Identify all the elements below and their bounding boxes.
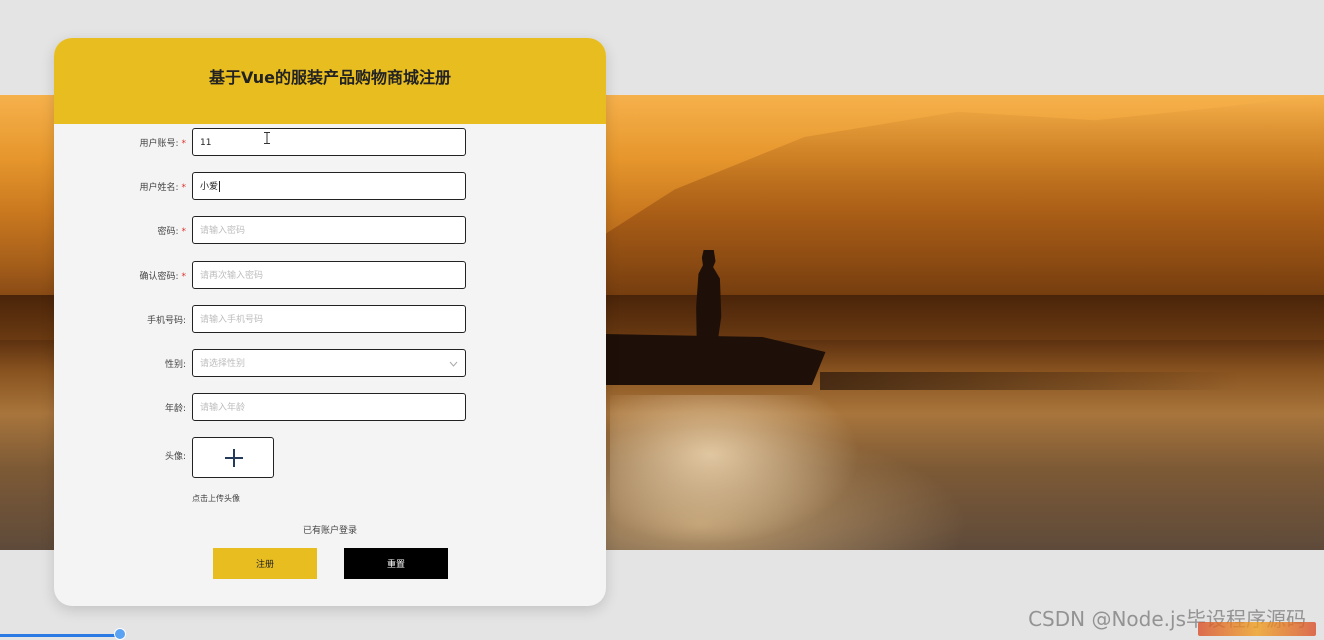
reset-button[interactable]: 重置	[344, 548, 448, 579]
text-caret	[219, 181, 221, 192]
page-title: 基于Vue的服装产品购物商城注册	[208, 68, 452, 87]
required-mark: *	[181, 139, 187, 149]
field-row-age: 年龄: 请输入年龄	[54, 393, 606, 425]
field-label-account: 用户账号:	[139, 139, 179, 149]
field-label-phone: 手机号码:	[146, 316, 186, 326]
register-button[interactable]: 注册	[213, 548, 317, 579]
required-mark: *	[181, 183, 187, 193]
avatar-upload-hint: 点击上传头像	[192, 494, 240, 503]
tray-icons	[1198, 622, 1316, 636]
phone-input[interactable]: 请输入手机号码	[192, 305, 466, 333]
field-row-phone: 手机号码: 请输入手机号码	[54, 305, 606, 337]
field-row-gender: 性别: 请选择性别	[54, 349, 606, 381]
field-label-name: 用户姓名:	[139, 183, 179, 193]
field-row-confirm-password: 确认密码: * 请再次输入密码	[54, 261, 606, 293]
field-label-password: 密码:	[157, 227, 179, 237]
field-label-age: 年龄:	[164, 404, 186, 414]
chevron-down-icon	[449, 350, 458, 376]
field-label-gender: 性别:	[164, 360, 186, 370]
login-link[interactable]: 已有账户登录	[303, 526, 357, 536]
text-cursor-icon	[264, 132, 270, 144]
card-header: 基于Vue的服装产品购物商城注册	[54, 38, 606, 124]
name-input[interactable]: 小爱	[192, 172, 466, 200]
register-card: 基于Vue的服装产品购物商城注册 用户账号: * 11 用户姓名: * 小爱 密码:…	[54, 38, 606, 606]
required-mark: *	[181, 227, 187, 237]
confirm-password-input[interactable]: 请再次输入密码	[192, 261, 466, 289]
account-input[interactable]: 11	[192, 128, 466, 156]
background-glare	[610, 395, 860, 545]
avatar-upload-button[interactable]	[192, 437, 274, 478]
gender-select[interactable]: 请选择性别	[192, 349, 466, 377]
field-row-avatar: 头像:	[54, 441, 606, 473]
field-row-password: 密码: * 请输入密码	[54, 216, 606, 248]
password-input[interactable]: 请输入密码	[192, 216, 466, 244]
video-progress-bar[interactable]	[0, 634, 120, 637]
field-row-name: 用户姓名: * 小爱	[54, 172, 606, 204]
field-row-account: 用户账号: * 11	[54, 128, 606, 160]
video-progress-handle[interactable]	[114, 628, 126, 640]
field-label-confirm-password: 确认密码:	[139, 272, 179, 282]
required-mark: *	[181, 272, 187, 282]
background-wake	[820, 372, 1240, 390]
age-input[interactable]: 请输入年龄	[192, 393, 466, 421]
field-label-avatar: 头像:	[164, 452, 186, 462]
